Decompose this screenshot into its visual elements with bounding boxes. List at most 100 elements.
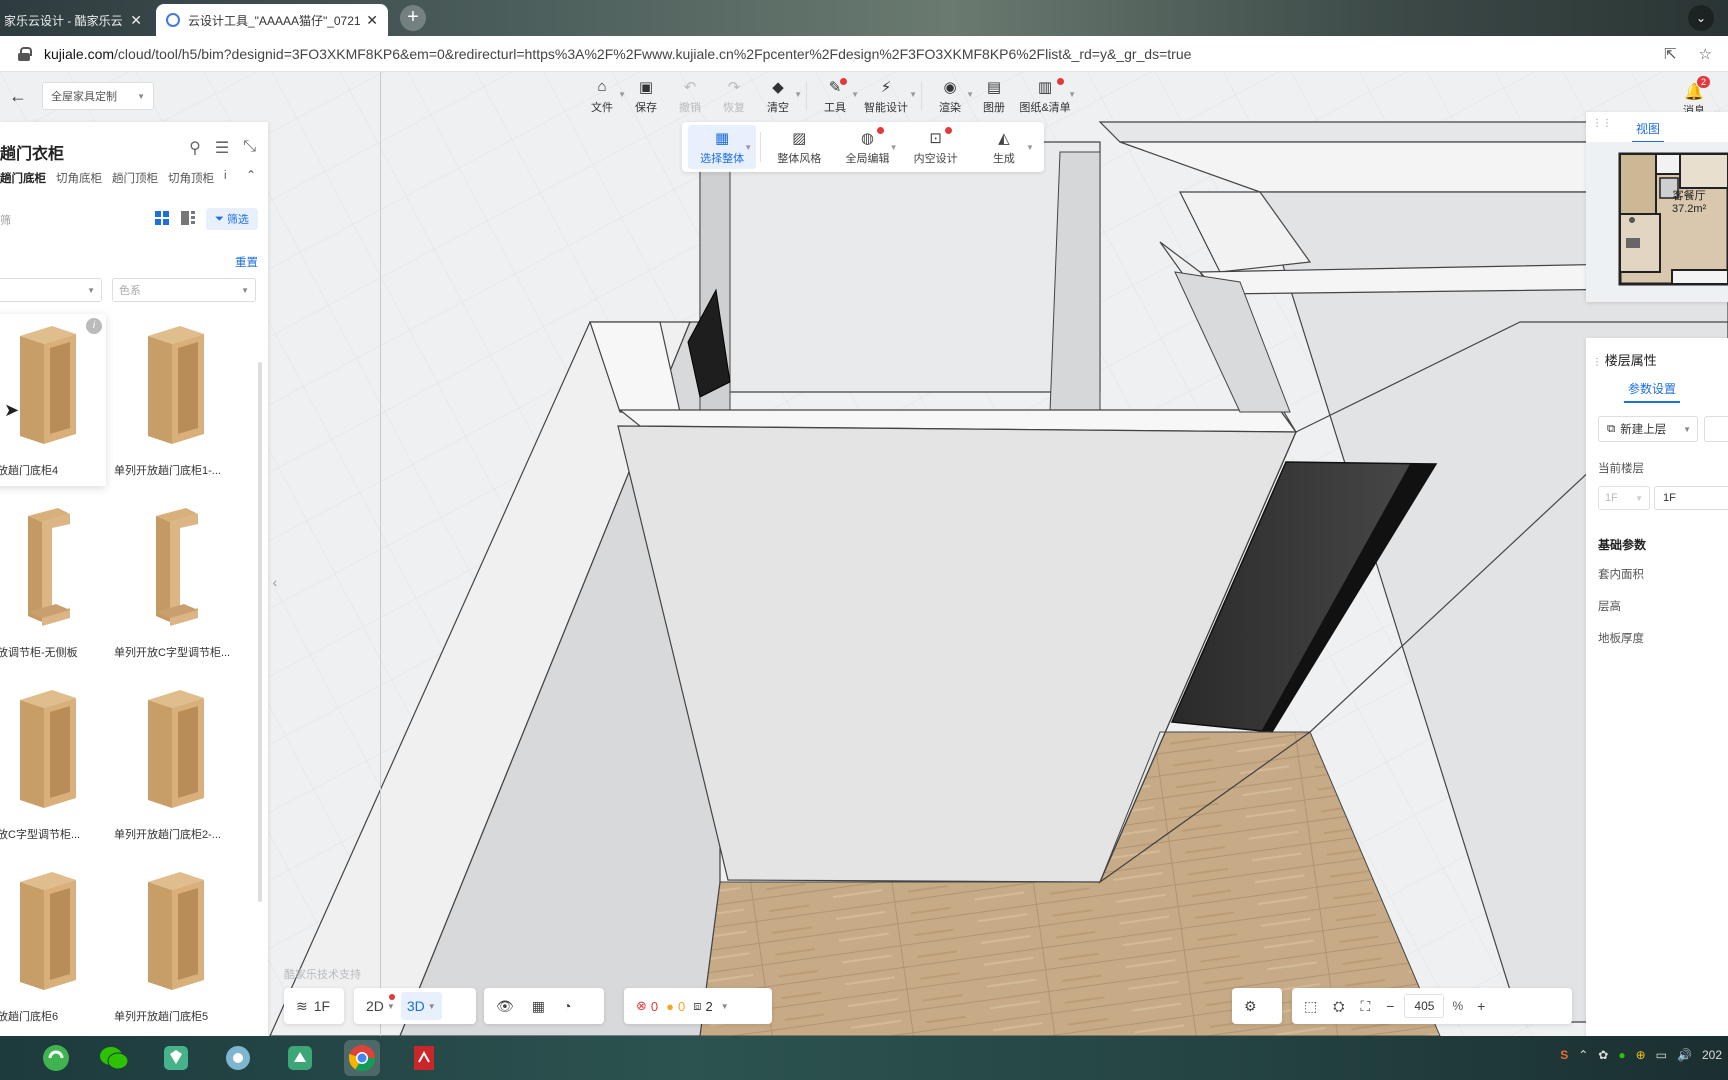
- caret-down-icon[interactable]: ▼: [794, 90, 802, 99]
- chevron-down-icon[interactable]: ⌄: [1688, 5, 1714, 31]
- color-select[interactable]: 色系 ▼: [112, 278, 256, 302]
- tab-params[interactable]: 参数设置: [1623, 380, 1681, 403]
- toggle-settings-icon[interactable]: ⚙: [1238, 992, 1263, 1020]
- subtoolbar-button-0[interactable]: ▦ 选择整体 ▼: [688, 125, 757, 169]
- close-icon[interactable]: ✕: [130, 12, 142, 29]
- caret-down-icon[interactable]: ▼: [909, 90, 917, 99]
- back-arrow-icon[interactable]: ←: [0, 78, 36, 114]
- tab-view[interactable]: 视图: [1631, 120, 1665, 143]
- chrome-icon[interactable]: [344, 1040, 380, 1076]
- drag-handle-icon[interactable]: ⋮: [1592, 357, 1605, 368]
- toolbar-button-5[interactable]: ✎ 工具 ▼: [813, 72, 859, 120]
- camera-settings-icon[interactable]: ⛭: [1327, 992, 1350, 1020]
- toolbar-button-4[interactable]: ◆ 清空 ▼: [756, 72, 802, 120]
- reset-button[interactable]: 重置: [235, 254, 258, 270]
- product-card[interactable]: 开放趟门底柜4 i ➤: [0, 314, 106, 486]
- subtoolbar-button-2[interactable]: ◍ 全局编辑 ▼: [833, 125, 901, 169]
- subtoolbar-button-3[interactable]: ⊡ 内空设计: [902, 125, 970, 169]
- toolbar-button-8[interactable]: ▤ 图册: [972, 72, 1016, 120]
- zoom-input[interactable]: 405: [1404, 994, 1445, 1018]
- tray-expand-icon[interactable]: ⌃: [1578, 1048, 1588, 1062]
- app-kujiale-icon[interactable]: [282, 1040, 318, 1076]
- caret-down-icon[interactable]: ▼: [1683, 425, 1691, 434]
- share-icon[interactable]: ⇱: [1664, 45, 1677, 63]
- toolbar-button-3[interactable]: ↷ 恢复: [712, 72, 756, 120]
- tab-category-0[interactable]: 趟门底柜: [0, 170, 46, 186]
- tab-category-1[interactable]: 切角底柜: [56, 170, 102, 186]
- filter-button[interactable]: ⏷ 筛选: [206, 208, 258, 230]
- product-card[interactable]: 单列开放C字型调节柜...: [114, 496, 234, 668]
- zoom-out-icon[interactable]: −: [1380, 992, 1400, 1020]
- bookmark-star-icon[interactable]: ☆: [1699, 45, 1712, 63]
- toolbar-button-2[interactable]: ↶ 撤销: [668, 72, 712, 120]
- new-floor-button[interactable]: ⧉ 新建上层 ▼: [1598, 416, 1698, 442]
- wechat-icon[interactable]: [96, 1040, 132, 1076]
- address-bar[interactable]: kujiale.com/cloud/tool/h5/bim?designid=3…: [0, 36, 1728, 72]
- issue-counter[interactable]: ⊗ 0 ● 0 ⧈ 2 ▼: [624, 988, 772, 1024]
- grid-view-icon[interactable]: [154, 210, 170, 226]
- floorplan-minimap[interactable]: 客餐厅 37.2m²: [1586, 142, 1728, 302]
- toolbar-button-6[interactable]: ⚡ 智能设计 ▼: [857, 72, 917, 120]
- tab-category-2[interactable]: 趟门顶柜: [112, 170, 158, 186]
- eye-icon[interactable]: 👁: [490, 992, 520, 1020]
- product-card[interactable]: 单列开放趟门底柜5: [114, 860, 234, 1032]
- cube-icon[interactable]: ▦: [526, 992, 551, 1020]
- browser-tab-active[interactable]: 云设计工具_"AAAAA猫仔"_0721 ✕: [156, 4, 388, 36]
- caret-down-icon[interactable]: ▼: [744, 143, 752, 152]
- scrollbar[interactable]: [258, 362, 262, 902]
- subtoolbar-button-1[interactable]: ▨ 整体风格: [765, 125, 833, 169]
- app-shield-icon[interactable]: [158, 1040, 194, 1076]
- tray-app-icon[interactable]: ✿: [1598, 1048, 1608, 1062]
- info-icon[interactable]: i: [86, 318, 102, 334]
- subtoolbar-button-4[interactable]: ◭ 生成 ▼: [970, 125, 1038, 169]
- zoom-in-icon[interactable]: +: [1471, 992, 1491, 1020]
- close-icon[interactable]: ✕: [366, 12, 378, 29]
- clock[interactable]: 202: [1702, 1048, 1722, 1062]
- filter-select-1[interactable]: ▼: [0, 278, 102, 302]
- tab-category-3[interactable]: 切角顶柜: [168, 170, 214, 186]
- product-card[interactable]: 单列开放趟门底柜1-...: [114, 314, 234, 486]
- gauge-icon[interactable]: ◔: [557, 992, 577, 1020]
- network-icon[interactable]: ▭: [1656, 1048, 1667, 1062]
- lock-icon[interactable]: [18, 46, 32, 61]
- toolbar-button-1[interactable]: ▣ 保存: [624, 72, 668, 120]
- drag-handle-icon[interactable]: ⋮⋮: [1592, 118, 1612, 129]
- browser-360-icon[interactable]: [38, 1040, 74, 1076]
- pdf-app-icon[interactable]: [406, 1040, 442, 1076]
- caret-down-icon[interactable]: ▼: [1068, 90, 1076, 99]
- caret-down-icon[interactable]: ▼: [1026, 143, 1034, 152]
- search-icon[interactable]: ⚲: [189, 138, 201, 158]
- toolbar-button-0[interactable]: ⌂ 文件 ▼: [580, 72, 626, 120]
- input-method-icon[interactable]: S: [1560, 1048, 1568, 1062]
- floor-select[interactable]: 1F ▼: [1598, 486, 1650, 510]
- floor-name-input[interactable]: 1F: [1654, 486, 1728, 510]
- floor-switch-button[interactable]: ≋ 1F: [290, 992, 336, 1020]
- tab-category-4[interactable]: i: [224, 170, 227, 186]
- search-input[interactable]: 筛: [0, 212, 11, 228]
- product-card[interactable]: 开放C字型调节柜...: [0, 678, 106, 850]
- product-card[interactable]: 开放趟门底柜6: [0, 860, 106, 1032]
- volume-icon[interactable]: 🔊: [1677, 1048, 1692, 1062]
- new-tab-button[interactable]: +: [400, 5, 426, 31]
- toolbar-button-7[interactable]: ◉ 渲染 ▼: [928, 72, 974, 120]
- tray-add-icon[interactable]: ⊕: [1636, 1048, 1646, 1062]
- toolbar-button-9[interactable]: ▥ 图纸&清单 ▼: [1016, 72, 1076, 120]
- detail-view-icon[interactable]: [180, 210, 196, 226]
- list-icon[interactable]: ☰: [215, 138, 229, 158]
- floor-action-button[interactable]: [1704, 416, 1728, 442]
- url-text[interactable]: kujiale.com/cloud/tool/h5/bim?designid=3…: [44, 46, 1191, 62]
- mode-2d-button[interactable]: 2D ▼: [360, 992, 401, 1020]
- fit-screen-icon[interactable]: ⛶: [1354, 992, 1376, 1020]
- mode-3d-button[interactable]: 3D ▼: [400, 992, 442, 1020]
- browser-tab-inactive[interactable]: 家乐云设计 - 酷家乐云 ✕: [0, 4, 152, 36]
- product-card[interactable]: 开放调节柜-无侧板: [0, 496, 106, 668]
- chevron-left-icon[interactable]: ‹: [268, 562, 282, 602]
- caret-down-icon[interactable]: ▼: [890, 143, 898, 152]
- app-flower-icon[interactable]: [220, 1040, 256, 1076]
- product-card[interactable]: 单列开放趟门底柜2-...: [114, 678, 234, 850]
- collapse-arrows-icon[interactable]: ⤡: [243, 138, 256, 158]
- chevron-up-icon[interactable]: ⌃: [246, 168, 256, 182]
- category-select[interactable]: 全屋家具定制 ▼: [42, 82, 154, 110]
- tray-wechat-icon[interactable]: ●: [1618, 1048, 1625, 1062]
- camera-view-icon[interactable]: ⬚: [1298, 992, 1323, 1020]
